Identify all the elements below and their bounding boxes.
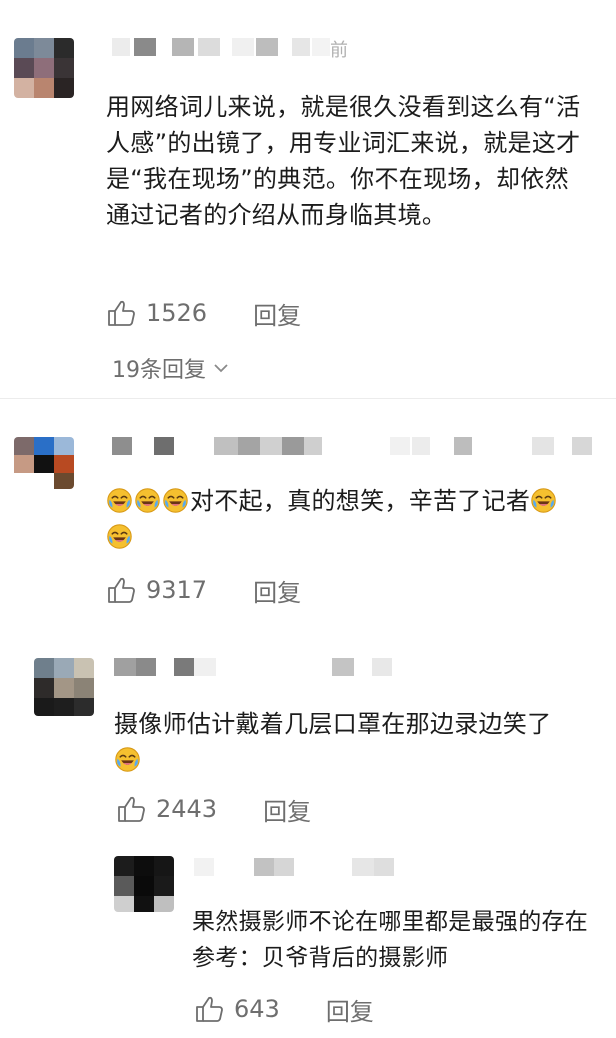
like-count: 643 bbox=[234, 995, 280, 1023]
comment-1: 前 用网络词儿来说，就是很久没看到这么有“活人感”的出镜了，用专业词汇来说，就是… bbox=[0, 0, 616, 400]
reply-button[interactable]: 回复 bbox=[253, 573, 301, 608]
like-count: 1526 bbox=[146, 299, 208, 327]
comment-actions: 2443 回复 bbox=[116, 792, 311, 827]
comment-text-content: 对不起，真的想笑，辛苦了记者 bbox=[190, 487, 531, 515]
like-count: 2443 bbox=[156, 795, 218, 823]
reply-button[interactable]: 回复 bbox=[326, 992, 374, 1027]
like-button[interactable]: 9317 bbox=[106, 575, 207, 605]
laughing-crying-emoji-icon bbox=[106, 487, 133, 514]
comment-text: 果然摄影师不论在哪里都是最强的存在 参考：贝爷背后的摄影师 bbox=[192, 909, 589, 971]
thumbs-up-icon bbox=[106, 298, 138, 328]
laughing-crying-emoji-icon bbox=[106, 523, 133, 550]
laughing-crying-emoji-icon bbox=[134, 487, 161, 514]
comment-actions: 9317 回复 bbox=[106, 573, 301, 608]
divider bbox=[0, 398, 616, 399]
laughing-crying-emoji-icon bbox=[530, 487, 557, 514]
like-button[interactable]: 2443 bbox=[116, 794, 217, 824]
username-mosaic[interactable] bbox=[112, 437, 592, 457]
thumbs-up-icon bbox=[194, 994, 226, 1024]
username-mosaic[interactable] bbox=[114, 658, 434, 678]
reply-button[interactable]: 回复 bbox=[253, 296, 301, 331]
avatar[interactable] bbox=[14, 38, 74, 98]
reply-2: 果然摄影师不论在哪里都是最强的存在 参考：贝爷背后的摄影师 643 回复 bbox=[0, 846, 616, 1038]
comment-text-content: 摄像师估计戴着几层口罩在那边录边笑了 bbox=[114, 710, 552, 738]
chevron-down-icon bbox=[214, 364, 228, 373]
comment-text: 对不起，真的想笑，辛苦了记者 bbox=[106, 483, 596, 555]
laughing-crying-emoji-icon bbox=[162, 487, 189, 514]
comment-actions: 643 回复 bbox=[194, 992, 374, 1027]
avatar[interactable] bbox=[114, 856, 174, 912]
replies-count: 19条回复 bbox=[112, 358, 206, 383]
comment-text: 用网络词儿来说，就是很久没看到这么有“活人感”的出镜了，用专业词汇来说，就是这才… bbox=[106, 93, 581, 229]
comment-text: 摄像师估计戴着几层口罩在那边录边笑了 bbox=[114, 706, 594, 778]
comment-actions: 1526 回复 bbox=[106, 296, 301, 331]
view-replies-link[interactable]: 19条回复 bbox=[112, 352, 230, 384]
timestamp-fragment: 前 bbox=[330, 40, 348, 61]
thumbs-up-icon bbox=[116, 794, 148, 824]
comment-2: 对不起，真的想笑，辛苦了记者 9317 回复 bbox=[0, 400, 616, 636]
username-mosaic[interactable]: 前 bbox=[112, 38, 352, 61]
like-button[interactable]: 643 bbox=[194, 994, 280, 1024]
like-count: 9317 bbox=[146, 576, 208, 604]
like-button[interactable]: 1526 bbox=[106, 298, 207, 328]
avatar[interactable] bbox=[14, 437, 74, 489]
laughing-crying-emoji-icon bbox=[114, 746, 141, 773]
avatar[interactable] bbox=[34, 658, 94, 716]
thumbs-up-icon bbox=[106, 575, 138, 605]
username-mosaic[interactable] bbox=[194, 858, 434, 878]
reply-button[interactable]: 回复 bbox=[263, 792, 311, 827]
reply-1: 摄像师估计戴着几层口罩在那边录边笑了 2443 回复 bbox=[0, 640, 616, 840]
